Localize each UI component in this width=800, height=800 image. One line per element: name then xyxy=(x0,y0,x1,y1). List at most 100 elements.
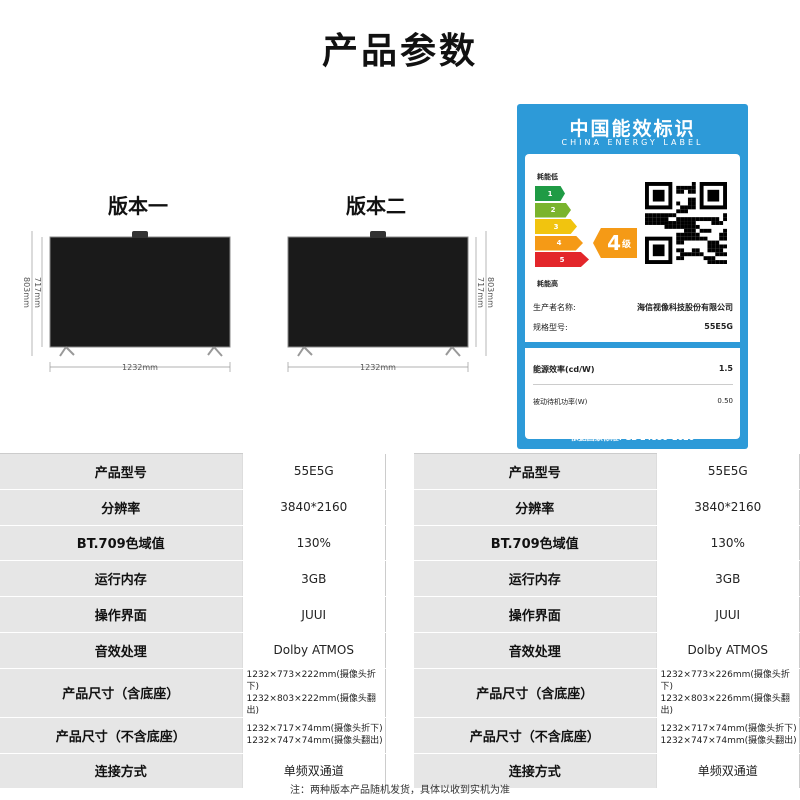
spec-value: 55E5G xyxy=(241,453,386,490)
spec-row: 产品型号 55E5G xyxy=(414,453,800,490)
efficiency-label: 能源效率(cd/W) xyxy=(533,365,595,374)
standby-row: 被动待机功率(W) 0.50 xyxy=(533,397,733,407)
spec-key: 分辨率 xyxy=(0,489,242,526)
spec-value: 1232×773×222mm(摄像头折下) 1232×803×222mm(摄像头翻… xyxy=(241,668,386,718)
spec-key: 音效处理 xyxy=(0,632,242,669)
spec-value: 1232×717×74mm(摄像头折下) 1232×747×74mm(摄像头翻出) xyxy=(655,717,800,754)
spec-value-line: 1232×747×74mm(摄像头翻出) xyxy=(246,736,383,747)
spec-value-line: 单频双通道 xyxy=(283,764,344,779)
spec-row: 音效处理 Dolby ATMOS xyxy=(0,632,386,669)
spec-row: 音效处理 Dolby ATMOS xyxy=(414,632,800,669)
spec-row: 产品尺寸（不含底座） 1232×717×74mm(摄像头折下) 1232×747×7… xyxy=(0,717,386,754)
spec-row: 分辨率 3840*2160 xyxy=(414,489,800,526)
spec-value-line: 1232×803×226mm(摄像头翻出) xyxy=(660,693,790,716)
high-consumption-text: 耗能高 xyxy=(537,280,558,288)
manufacturer-value: 海信视像科技股份有限公司 xyxy=(637,303,733,312)
energy-grade-indicator: 4 级 xyxy=(593,228,637,258)
spec-row: 产品尺寸（含底座） 1232×773×222mm(摄像头折下) 1232×803×2… xyxy=(0,668,386,718)
spec-key: 产品尺寸（含底座） xyxy=(414,668,656,718)
spec-value: 130% xyxy=(241,525,386,562)
energy-grade-bar: 3 xyxy=(535,219,577,234)
spec-value-line: 55E5G xyxy=(707,464,748,479)
spec-value-line: 1232×773×226mm(摄像头折下) xyxy=(660,669,790,692)
spec-value-line: 1232×717×74mm(摄像头折下) xyxy=(246,724,383,735)
energy-grade-bar: 1 xyxy=(535,186,565,201)
shipping-note: 注：两种版本产品随机发货，具体以收到实机为准 xyxy=(290,785,510,796)
spec-key: 产品尺寸（含底座） xyxy=(0,668,242,718)
spec-value-line: 单频双通道 xyxy=(697,764,758,779)
efficiency-value: 1.5 xyxy=(718,364,733,373)
spec-value: Dolby ATMOS xyxy=(655,632,800,669)
spec-row: 分辨率 3840*2160 xyxy=(0,489,386,526)
spec-row: 产品型号 55E5G xyxy=(0,453,386,490)
manufacturer-label: 生产者名称: xyxy=(533,303,576,312)
spec-key: 音效处理 xyxy=(414,632,656,669)
spec-value: 1232×773×226mm(摄像头折下) 1232×803×226mm(摄像头翻… xyxy=(655,668,800,718)
spec-value: 3840*2160 xyxy=(655,489,800,526)
spec-row: 产品尺寸（含底座） 1232×773×226mm(摄像头折下) 1232×803×2… xyxy=(414,668,800,718)
spec-key: 产品尺寸（不含底座） xyxy=(414,717,656,754)
spec-key: BT.709色域值 xyxy=(0,525,242,562)
spec-table-version-one: 产品型号 55E5G 分辨率 3840*2160 BT.709色域值 130% 运行内存 3G… xyxy=(0,453,386,790)
tv-diagram-version-two: 1232mm 717mm 803mm xyxy=(258,222,498,382)
spec-row: BT.709色域值 130% xyxy=(414,525,800,562)
spec-table-version-two: 产品型号 55E5G 分辨率 3840*2160 BT.709色域值 130% 运行内存 3G… xyxy=(414,453,800,790)
grade-unit: 级 xyxy=(621,239,631,250)
spec-value-line: 3840*2160 xyxy=(694,500,762,515)
energy-grade-bar: 2 xyxy=(535,202,571,218)
spec-row: 操作界面 JUUI xyxy=(0,596,386,633)
spec-value: 55E5G xyxy=(655,453,800,490)
energy-label-title: 中国能效标识 xyxy=(569,118,696,140)
model-label: 规格型号: xyxy=(533,323,568,332)
spec-value-line: 130% xyxy=(296,535,331,550)
spec-value-line: 1232×717×74mm(摄像头折下) xyxy=(660,724,797,735)
efficiency-divider xyxy=(533,384,733,385)
spec-value: 1232×717×74mm(摄像头折下) 1232×747×74mm(摄像头翻出) xyxy=(241,717,386,754)
spec-value-line: 1232×803×222mm(摄像头翻出) xyxy=(246,693,376,716)
spec-row: 操作界面 JUUI xyxy=(414,596,800,633)
spec-key: 运行内存 xyxy=(0,560,242,598)
spec-value-line: 130% xyxy=(710,535,745,550)
spec-value-line: JUUI xyxy=(301,607,327,622)
standby-label: 被动待机功率(W) xyxy=(533,398,588,406)
manufacturer-row: 生产者名称: 海信视像科技股份有限公司 xyxy=(533,302,733,313)
spec-value: 3GB xyxy=(241,560,386,598)
energy-grade-bar: 4 xyxy=(535,235,583,251)
spec-value: Dolby ATMOS xyxy=(241,632,386,669)
spec-value-line: 55E5G xyxy=(293,464,334,479)
energy-grade-bar: 5 xyxy=(535,252,589,267)
energy-label-footer: 依据国家标准: GB 24850–2020 xyxy=(570,433,695,442)
spec-value-line: 1232×773×222mm(摄像头折下) xyxy=(246,669,376,692)
spec-value-line: 3GB xyxy=(301,571,327,586)
qr-code-icon xyxy=(645,182,727,264)
model-value: 55E5G xyxy=(704,322,733,331)
spec-key: 操作界面 xyxy=(0,596,242,633)
spec-value: JUUI xyxy=(241,596,386,633)
spec-value-line: 3840*2160 xyxy=(280,500,348,515)
version-two-label: 版本二 xyxy=(346,194,406,218)
spec-key: 操作界面 xyxy=(414,596,656,633)
page-title: 产品参数 xyxy=(321,31,478,72)
grade-number: 4 xyxy=(607,231,621,255)
standby-value: 0.50 xyxy=(717,397,733,405)
spec-value: 3GB xyxy=(655,560,800,598)
spec-key: 产品型号 xyxy=(0,453,242,490)
spec-key: 运行内存 xyxy=(414,560,656,598)
spec-value-line: JUUI xyxy=(715,607,741,622)
spec-row: 运行内存 3GB xyxy=(0,560,386,598)
spec-value-line: Dolby ATMOS xyxy=(273,643,354,658)
spec-value: 3840*2160 xyxy=(241,489,386,526)
spec-key: BT.709色域值 xyxy=(414,525,656,562)
width-dimension: 1232mm xyxy=(360,363,396,372)
spec-value-line: 3GB xyxy=(715,571,741,586)
energy-divider xyxy=(525,342,740,348)
spec-row: 运行内存 3GB xyxy=(414,560,800,598)
model-row: 规格型号: 55E5G xyxy=(533,322,733,333)
spec-value: 130% xyxy=(655,525,800,562)
outer-height-dimension: 803mm xyxy=(22,277,31,308)
spec-row: BT.709色域值 130% xyxy=(0,525,386,562)
energy-label: 中国能效标识 CHINA ENERGY LABEL 耗能低 12345 耗能高 … xyxy=(517,104,748,449)
outer-height-dimension: 803mm xyxy=(486,277,495,308)
spec-row: 产品尺寸（不含底座） 1232×717×74mm(摄像头折下) 1232×747×7… xyxy=(414,717,800,754)
version-one-label: 版本一 xyxy=(108,194,168,218)
